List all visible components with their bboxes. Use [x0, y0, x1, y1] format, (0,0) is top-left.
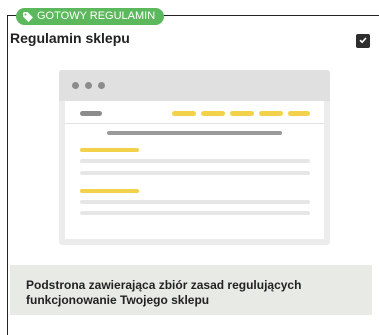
- tag-icon: [23, 11, 33, 22]
- preview-page: [65, 101, 324, 239]
- preview-text-line: [80, 171, 310, 175]
- select-checkbox[interactable]: [356, 34, 370, 48]
- preview-text-line: [80, 159, 310, 163]
- preview-text-line: [80, 200, 310, 204]
- ready-template-badge: GOTOWY REGULAMIN: [16, 8, 165, 25]
- preview-nav-item: [230, 111, 254, 116]
- checkmark-icon: [358, 32, 368, 50]
- page-preview-illustration: [59, 70, 330, 245]
- description-panel: Podstrona zawierająca zbiór zasad regulu…: [10, 265, 372, 315]
- preview-text-line: [80, 211, 310, 215]
- preview-nav-item: [172, 111, 196, 116]
- preview-nav-item: [201, 111, 225, 116]
- description-text: Podstrona zawierająca zbiór zasad regulu…: [26, 278, 302, 307]
- preview-divider: [65, 123, 324, 124]
- preview-logo-bar: [80, 111, 102, 116]
- card-title: Regulamin sklepu: [10, 30, 130, 46]
- preview-subheading-line: [80, 148, 139, 152]
- preview-subheading-line: [80, 189, 139, 193]
- browser-bar: [59, 70, 330, 101]
- preview-nav-item: [259, 111, 283, 116]
- preview-heading-line: [107, 131, 282, 135]
- badge-label: GOTOWY REGULAMIN: [37, 10, 156, 22]
- preview-nav-item: [288, 111, 310, 116]
